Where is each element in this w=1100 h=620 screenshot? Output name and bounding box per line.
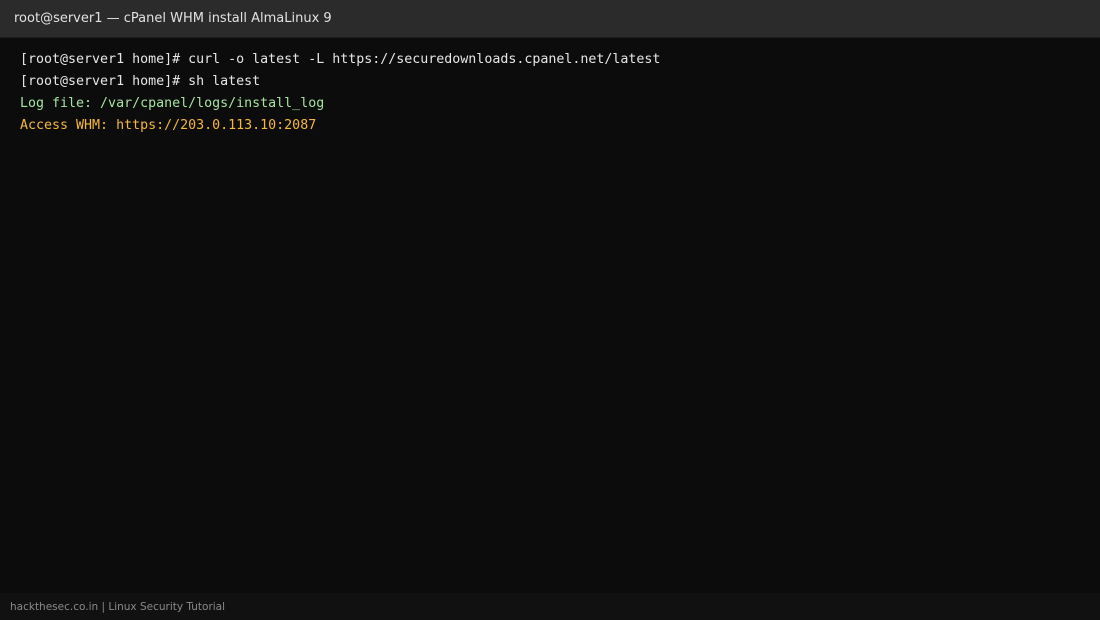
command-line-sh: [root@server1 home]# sh latest [20, 74, 261, 89]
window-title: root@server1 — cPanel WHM install AlmaLi… [14, 11, 332, 26]
terminal-output[interactable]: [root@server1 home]# curl -o latest -L h… [0, 38, 1100, 593]
access-whm-line: Access WHM: https://203.0.113.10:2087 [20, 118, 317, 133]
footer-bar: hackthesec.co.in | Linux Security Tutori… [0, 593, 1100, 620]
title-bar[interactable]: root@server1 — cPanel WHM install AlmaLi… [0, 0, 1100, 38]
terminal-window: root@server1 — cPanel WHM install AlmaLi… [0, 0, 1100, 620]
command-line-curl: [root@server1 home]# curl -o latest -L h… [20, 52, 661, 67]
log-file-line: Log file: /var/cpanel/logs/install_log [20, 96, 325, 111]
footer-credit: hackthesec.co.in | Linux Security Tutori… [10, 600, 226, 613]
